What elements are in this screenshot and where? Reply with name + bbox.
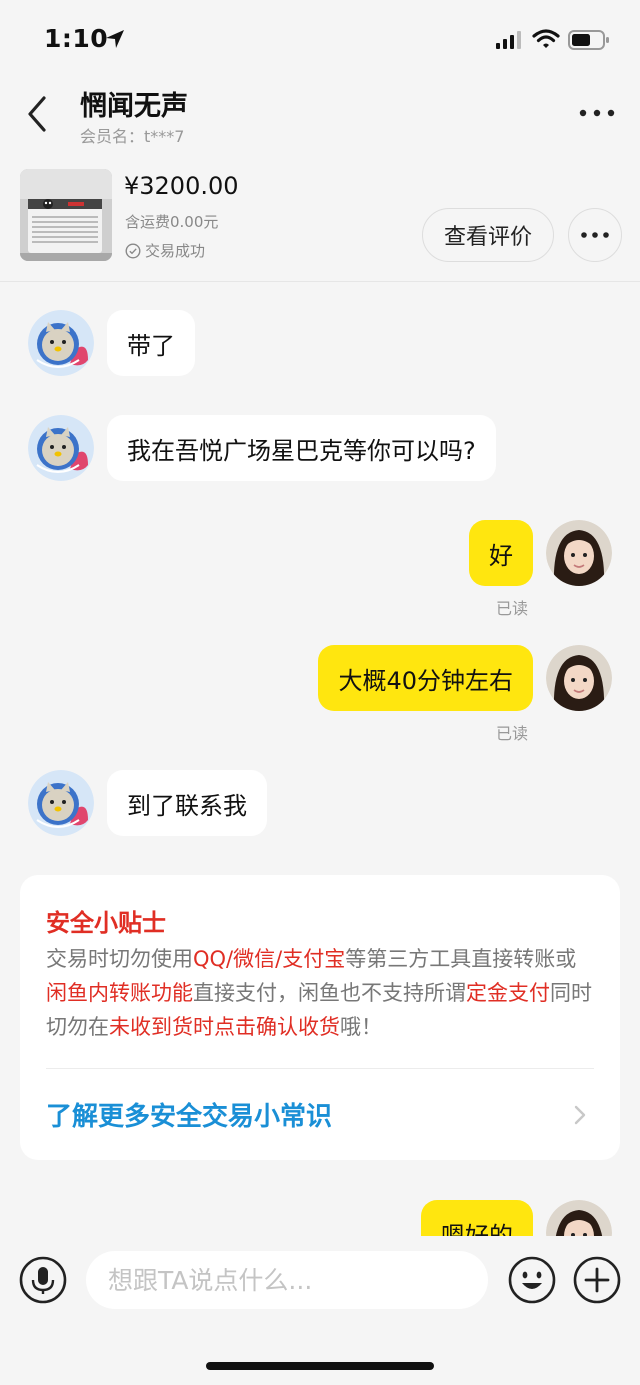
shipping-fee: 含运费0.00元 [125, 213, 219, 231]
safety-tip-body: 交易时切勿使用QQ/微信/支付宝等第三方工具直接转账或闲鱼内转账功能直接支付，闲… [46, 942, 596, 1044]
tip-warning-segment: 定金支付 [466, 981, 550, 1005]
safety-tip-title: 安全小贴士 [46, 909, 166, 937]
wifi-icon [532, 29, 560, 48]
chat-partner-name: 惘闻无声 [80, 91, 188, 122]
tip-text-segment: 交易时切勿使用 [46, 947, 193, 971]
message-bubble-outgoing[interactable]: 好 [469, 520, 533, 586]
check-circle-icon [125, 242, 141, 259]
emoji-icon[interactable] [508, 1256, 556, 1304]
read-receipt: 已读 [496, 599, 529, 618]
back-icon[interactable] [20, 92, 56, 136]
product-photo-icon [20, 169, 112, 261]
more-options-icon[interactable] [576, 104, 618, 122]
product-more-button[interactable] [568, 208, 622, 262]
trade-status-label: 交易成功 [145, 242, 206, 260]
message-bubble-incoming[interactable]: 带了 [107, 310, 195, 376]
tip-warning-segment: 未收到货时点击确认收货 [109, 1015, 340, 1039]
location-arrow-icon [106, 30, 124, 48]
chevron-right-icon[interactable] [572, 1102, 588, 1128]
header-divider [0, 281, 640, 282]
cellular-signal-icon [496, 31, 521, 49]
read-receipt: 已读 [496, 724, 529, 743]
seller-avatar-icon[interactable] [28, 770, 94, 836]
member-id-label: 会员名：t***7 [80, 127, 185, 146]
home-indicator[interactable] [206, 1362, 434, 1370]
learn-more-safety-link[interactable]: 了解更多安全交易小常识 [46, 1096, 332, 1133]
battery-icon [568, 30, 609, 50]
trade-status: 交易成功 [125, 240, 205, 261]
tip-text-segment: 哦！ [340, 1015, 382, 1039]
view-review-button[interactable]: 查看评价 [422, 208, 554, 262]
message-bubble-incoming[interactable]: 到了联系我 [107, 770, 267, 836]
tip-text-segment: 直接支付，闲鱼也不支持所谓 [193, 981, 466, 1005]
message-bubble-incoming[interactable]: 我在吾悦广场星巴克等你可以吗? [107, 415, 496, 481]
message-bubble-outgoing[interactable]: 大概40分钟左右 [318, 645, 533, 711]
product-thumbnail[interactable] [20, 169, 112, 261]
status-time: 1:10 [44, 24, 109, 53]
user-avatar-icon[interactable] [546, 520, 612, 586]
voice-input-icon[interactable] [19, 1256, 67, 1304]
tip-warning-segment: 闲鱼内转账功能 [46, 981, 193, 1005]
user-avatar-icon[interactable] [546, 645, 612, 711]
tip-warning-segment: QQ/微信/支付宝 [193, 947, 346, 971]
more-actions-plus-icon[interactable] [573, 1256, 621, 1304]
tip-divider [46, 1068, 594, 1069]
product-price: ¥3200.00 [124, 172, 239, 200]
seller-avatar-icon[interactable] [28, 415, 94, 481]
ellipsis-icon [581, 232, 609, 238]
seller-avatar-icon[interactable] [28, 310, 94, 376]
tip-text-segment: 等第三方工具直接转账或 [345, 947, 577, 971]
message-input[interactable] [86, 1251, 488, 1309]
